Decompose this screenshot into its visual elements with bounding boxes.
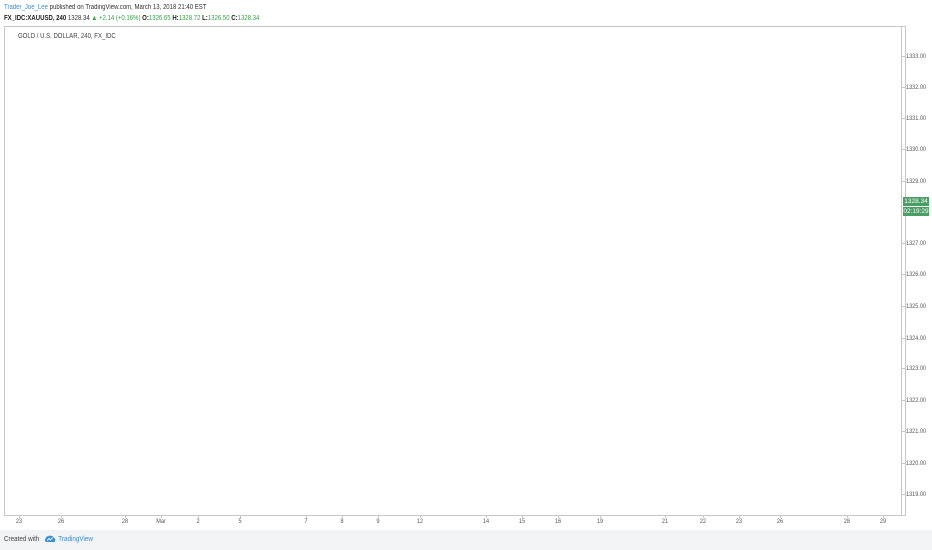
price-tick-mark bbox=[901, 149, 905, 150]
time-tick-label: 7 bbox=[304, 518, 308, 525]
bar-countdown-tag: 02:19:29 bbox=[903, 207, 929, 216]
close-value: 1328.34 bbox=[237, 15, 260, 22]
quote-line: FX_IDC:XAUUSD, 240 1328.34 ▲ +2.14 (+0.1… bbox=[4, 13, 259, 25]
time-tick-label: Mar bbox=[156, 518, 166, 525]
price-tick-mark bbox=[901, 118, 905, 119]
price-tick-label: 1322.00 bbox=[906, 397, 926, 404]
price-tick-mark bbox=[901, 368, 905, 369]
series-legend: GOLD / U.S. DOLLAR, 240, FX_IDC bbox=[18, 33, 116, 40]
time-tick-label: 23 bbox=[15, 518, 23, 525]
tradingview-brand-link[interactable]: TradingView bbox=[58, 536, 93, 543]
price-axis[interactable] bbox=[901, 26, 902, 516]
time-tick-label: 5 bbox=[238, 518, 242, 525]
price-tick-mark bbox=[901, 87, 905, 88]
time-tick-label: 14 bbox=[482, 518, 490, 525]
price-tick-mark bbox=[901, 400, 905, 401]
high-value: 1328.72 bbox=[178, 15, 201, 22]
price-tick-label: 1330.00 bbox=[906, 146, 926, 153]
price-tick-label: 1331.00 bbox=[906, 115, 926, 122]
price-tick-mark bbox=[901, 338, 905, 339]
time-tick-label: 26 bbox=[776, 518, 784, 525]
time-tick-label: 9 bbox=[376, 518, 380, 525]
price-tick-label: 1329.00 bbox=[906, 178, 926, 185]
price-tick-mark bbox=[901, 494, 905, 495]
price-tick-mark bbox=[901, 274, 905, 275]
footer-bar: Created with TradingView bbox=[0, 530, 932, 550]
price-tick-label: 1333.00 bbox=[906, 53, 926, 60]
price-change: ▲ +2.14 (+0.16%) bbox=[91, 15, 141, 22]
price-tick-label: 1319.00 bbox=[906, 491, 926, 498]
price-tick-mark bbox=[901, 243, 905, 244]
price-tick-mark bbox=[901, 181, 905, 182]
published-text: published on TradingView.com, March 13, … bbox=[49, 4, 207, 11]
time-tick-label: 22 bbox=[699, 518, 707, 525]
author-link[interactable]: Trader_Joe_Lee bbox=[4, 4, 48, 11]
time-tick-label: 29 bbox=[879, 518, 887, 525]
chart-pane[interactable] bbox=[4, 26, 906, 516]
price-tick-mark bbox=[901, 463, 905, 464]
price-tick-label: 1324.00 bbox=[906, 335, 926, 342]
current-price-tag: 1328.34 bbox=[903, 197, 929, 206]
open-value: 1326.65 bbox=[148, 15, 171, 22]
price-tick-label: 1320.00 bbox=[906, 460, 926, 467]
tradingview-cloud-icon bbox=[45, 535, 56, 542]
low-value: 1326.50 bbox=[207, 15, 230, 22]
time-tick-label: 26 bbox=[57, 518, 65, 525]
time-tick-label: 23 bbox=[735, 518, 743, 525]
last-price: 1328.34 bbox=[67, 15, 90, 22]
time-tick-label: 28 bbox=[121, 518, 129, 525]
price-tick-label: 1327.00 bbox=[906, 240, 926, 247]
created-with-text: Created with bbox=[4, 535, 40, 543]
time-tick-label: 28 bbox=[843, 518, 851, 525]
price-tick-mark bbox=[901, 56, 905, 57]
price-tick-mark bbox=[901, 306, 905, 307]
plot-area[interactable] bbox=[5, 27, 902, 517]
price-tick-label: 1332.00 bbox=[906, 84, 926, 91]
price-tick-label: 1321.00 bbox=[906, 428, 926, 435]
time-axis[interactable] bbox=[4, 515, 906, 516]
price-tick-label: 1323.00 bbox=[906, 365, 926, 372]
time-tick-label: 2 bbox=[196, 518, 200, 525]
time-tick-label: 15 bbox=[518, 518, 526, 525]
time-tick-label: 19 bbox=[596, 518, 604, 525]
price-tick-mark bbox=[901, 431, 905, 432]
time-tick-label: 16 bbox=[554, 518, 562, 525]
symbol-label: FX_IDC:XAUUSD, 240 bbox=[4, 15, 67, 22]
price-tick-label: 1326.00 bbox=[906, 271, 926, 278]
time-tick-label: 8 bbox=[340, 518, 344, 525]
price-tick-label: 1325.00 bbox=[906, 303, 926, 310]
time-tick-label: 21 bbox=[661, 518, 669, 525]
time-tick-label: 12 bbox=[416, 518, 424, 525]
